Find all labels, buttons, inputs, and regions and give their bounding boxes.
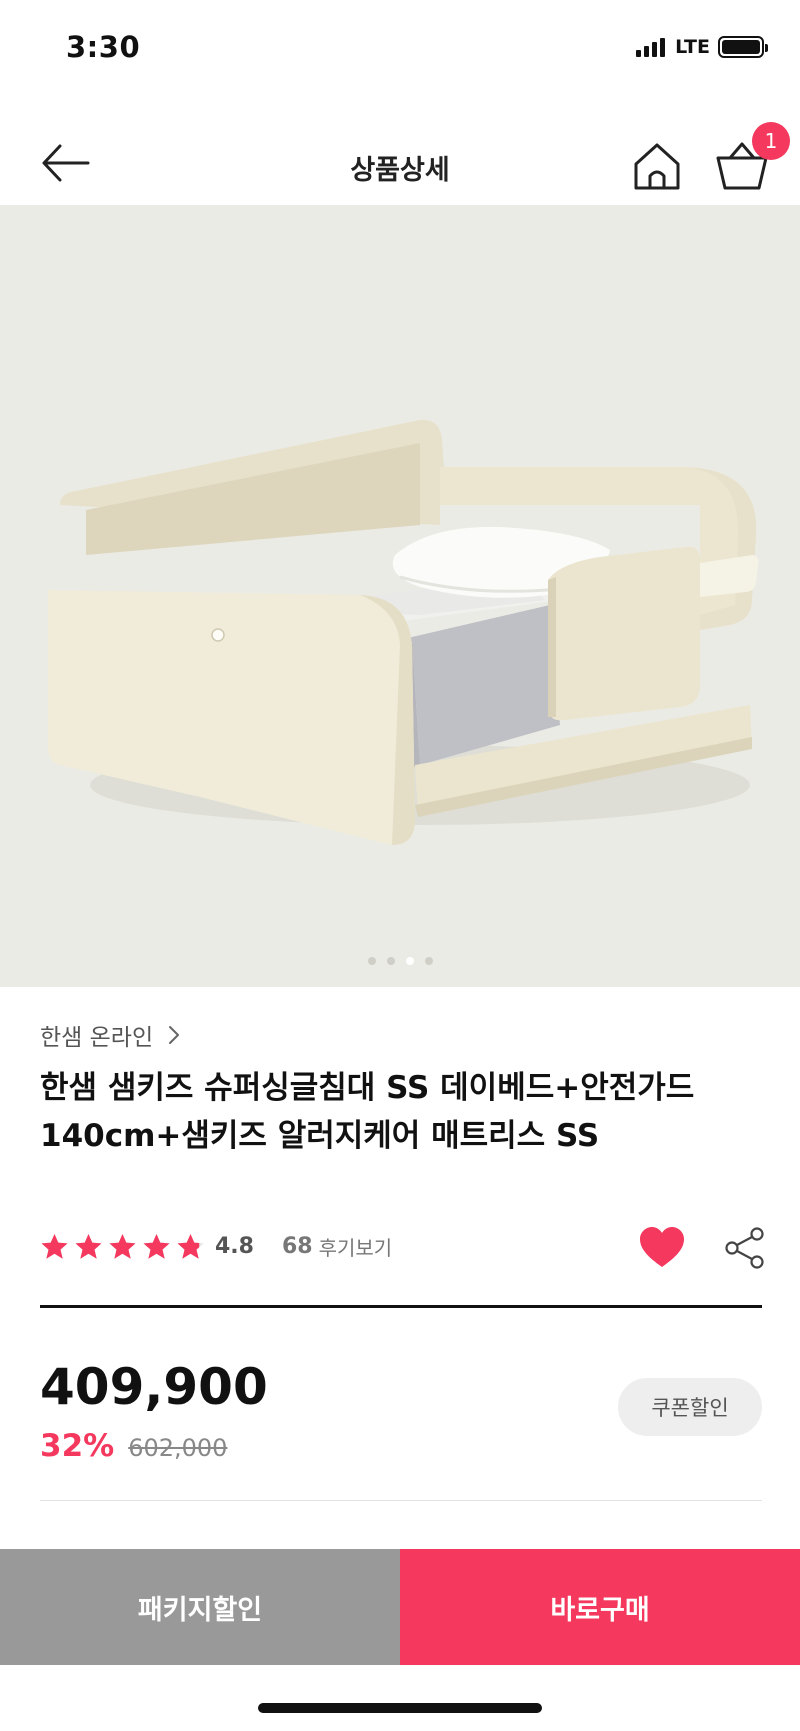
back-arrow-icon[interactable] bbox=[38, 140, 94, 186]
gallery-pagination bbox=[0, 957, 800, 965]
star-icon bbox=[143, 1233, 170, 1259]
rating-value: 4.8 bbox=[215, 1234, 254, 1259]
heart-icon[interactable] bbox=[638, 1225, 686, 1269]
gallery-dot[interactable] bbox=[386, 957, 395, 965]
star-rating bbox=[40, 1233, 205, 1261]
cart-count-badge: 1 bbox=[752, 122, 790, 160]
signal-icon bbox=[636, 37, 666, 57]
discount-row: 32% 602,000 bbox=[40, 1428, 227, 1464]
navigation-bar: 상품상세 bbox=[0, 118, 800, 208]
bottom-action-bar: 패키지할인 바로구매 bbox=[0, 1549, 800, 1665]
home-indicator bbox=[258, 1703, 542, 1713]
star-icon bbox=[41, 1233, 68, 1259]
gallery-dot[interactable] bbox=[424, 957, 433, 965]
star-icon bbox=[177, 1233, 204, 1259]
home-icon[interactable] bbox=[630, 140, 684, 192]
review-count[interactable]: 68 bbox=[282, 1234, 313, 1259]
discount-rate: 32% bbox=[40, 1428, 115, 1464]
package-discount-button[interactable]: 패키지할인 bbox=[0, 1549, 400, 1665]
star-icon bbox=[109, 1233, 136, 1259]
status-icons: LTE bbox=[636, 36, 768, 58]
share-icon[interactable] bbox=[724, 1226, 766, 1270]
star-icon bbox=[75, 1233, 102, 1259]
network-label: LTE bbox=[675, 36, 710, 58]
brand-name: 한샘 온라인 bbox=[40, 1025, 154, 1051]
brand-link[interactable]: 한샘 온라인 bbox=[40, 1018, 181, 1052]
rating-row: 4.8 68 후기보기 bbox=[40, 1232, 392, 1261]
buy-now-button[interactable]: 바로구매 bbox=[400, 1549, 800, 1665]
status-time: 3:30 bbox=[66, 30, 141, 64]
section-divider bbox=[40, 1305, 762, 1308]
chevron-right-icon bbox=[169, 1026, 180, 1044]
price-divider bbox=[40, 1500, 762, 1501]
product-title: 한샘 샘키즈 슈퍼싱글침대 SS 데이베드+안전가드 140cm+샘키즈 알러지… bbox=[40, 1070, 695, 1154]
review-link[interactable]: 후기보기 bbox=[319, 1232, 393, 1261]
battery-icon bbox=[718, 36, 768, 58]
coupon-discount-button[interactable]: 쿠폰할인 bbox=[618, 1378, 762, 1436]
gallery-dot[interactable] bbox=[367, 957, 376, 965]
original-price: 602,000 bbox=[128, 1434, 228, 1462]
sale-price: 409,900 bbox=[40, 1358, 268, 1416]
status-bar: 3:30 LTE bbox=[0, 0, 800, 100]
gallery-dot-active[interactable] bbox=[405, 957, 414, 965]
product-image[interactable] bbox=[0, 205, 800, 987]
bed-illustration bbox=[48, 419, 759, 845]
